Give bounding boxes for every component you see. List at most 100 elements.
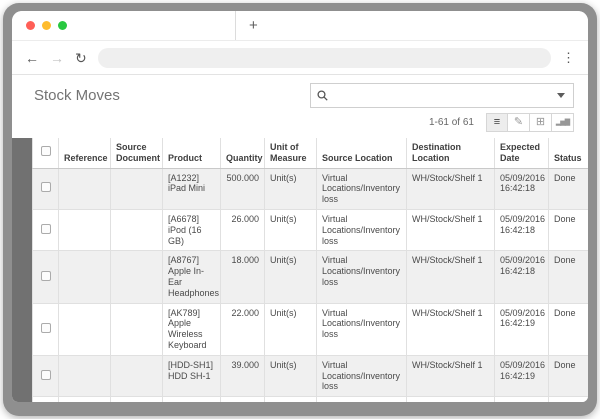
table-row[interactable]: [HDD-SH1] HDD SH-1 39.000 Unit(s) Virtua… (33, 355, 589, 396)
cell-quantity: 39.000 (221, 355, 265, 396)
header-unit-of-measure[interactable]: Unit of Measure (265, 138, 317, 168)
header-status[interactable]: Status (549, 138, 589, 168)
search-input[interactable] (334, 89, 557, 103)
odoo-page: Stock Moves 1-61 of 61 ≡ ✎ ⊞ ▂▅▇ (12, 75, 588, 402)
cell-expected-date: 05/09/201616:42:18 (495, 251, 549, 303)
row-checkbox[interactable] (41, 182, 51, 192)
cell-reference (59, 355, 111, 396)
cell-product: [A1232] iPad Mini (163, 168, 221, 209)
cell-status: Done (549, 355, 589, 396)
cell-source-location: Virtual Locations/Inventory loss (317, 209, 407, 250)
cell-uom: Unit(s) (265, 251, 317, 303)
cell-source-location: Virtual Locations/Inventory loss (317, 355, 407, 396)
header-expected-date[interactable]: Expected Date (495, 138, 549, 168)
left-gutter-strip (12, 138, 32, 402)
cell-status: Done (549, 251, 589, 303)
table-row[interactable]: [HDD-SH2] HDD SH-2 45.000 Unit(s) Virtua… (33, 397, 589, 402)
cell-quantity: 18.000 (221, 251, 265, 303)
header-destination-location[interactable]: Destination Location (407, 138, 495, 168)
cell-reference (59, 209, 111, 250)
table-row[interactable]: [A1232] iPad Mini 500.000 Unit(s) Virtua… (33, 168, 589, 209)
address-bar[interactable] (98, 48, 551, 68)
table-scroll-area: Reference Source Document Product Quanti… (32, 138, 588, 402)
cell-reference (59, 251, 111, 303)
cell-quantity: 500.000 (221, 168, 265, 209)
header-quantity[interactable]: Quantity (221, 138, 265, 168)
row-select-cell (33, 209, 59, 250)
cell-source-location: Virtual Locations/Inventory loss (317, 168, 407, 209)
table-header-row: Reference Source Document Product Quanti… (33, 138, 589, 168)
row-checkbox[interactable] (41, 271, 51, 281)
maximize-window-button[interactable] (58, 21, 67, 30)
search-icon (317, 90, 328, 101)
row-select-cell (33, 168, 59, 209)
reload-icon[interactable]: ↻ (75, 51, 87, 65)
select-all-checkbox[interactable] (41, 146, 51, 156)
cell-destination-location: WH/Stock/Shelf 1 (407, 397, 495, 402)
cell-destination-location: WH/Stock/Shelf 1 (407, 251, 495, 303)
cell-status: Done (549, 209, 589, 250)
row-select-cell (33, 251, 59, 303)
cell-reference (59, 168, 111, 209)
browser-menu-icon[interactable]: ⋮ (562, 50, 575, 66)
new-tab-button[interactable]: + (249, 18, 258, 33)
control-bar: Stock Moves (12, 75, 588, 113)
row-checkbox[interactable] (41, 323, 51, 333)
cell-uom: Unit(s) (265, 168, 317, 209)
row-select-cell (33, 397, 59, 402)
cell-reference (59, 303, 111, 355)
cell-source-location: Virtual Locations/Inventory loss (317, 303, 407, 355)
cell-expected-date: 05/09/201616:42:19 (495, 397, 549, 402)
cell-destination-location: WH/Stock/Shelf 1 (407, 355, 495, 396)
cell-status: Done (549, 303, 589, 355)
back-icon[interactable]: ← (25, 51, 39, 65)
list-view-icon[interactable]: ≡ (486, 113, 508, 132)
grid-view-icon[interactable]: ⊞ (530, 113, 552, 132)
cell-reference (59, 397, 111, 402)
cell-source-document (111, 209, 163, 250)
browser-tabstrip: + (12, 11, 588, 41)
cell-expected-date: 05/09/201616:42:19 (495, 303, 549, 355)
cell-destination-location: WH/Stock/Shelf 1 (407, 168, 495, 209)
minimize-window-button[interactable] (42, 21, 51, 30)
search-box[interactable] (310, 83, 574, 108)
cell-source-document (111, 168, 163, 209)
graph-view-icon[interactable]: ▂▅▇ (552, 113, 574, 132)
cell-product: [A6678] iPod (16 GB) (163, 209, 221, 250)
table-row[interactable]: [A8767] Apple In-Ear Headphones 18.000 U… (33, 251, 589, 303)
table-region: Reference Source Document Product Quanti… (12, 138, 588, 402)
cell-quantity: 45.000 (221, 397, 265, 402)
cell-uom: Unit(s) (265, 397, 317, 402)
select-all-cell (33, 138, 59, 168)
header-product[interactable]: Product (163, 138, 221, 168)
header-reference[interactable]: Reference (59, 138, 111, 168)
page-title: Stock Moves (34, 87, 120, 104)
form-view-icon[interactable]: ✎ (508, 113, 530, 132)
cell-expected-date: 05/09/201616:42:19 (495, 355, 549, 396)
cell-destination-location: WH/Stock/Shelf 1 (407, 303, 495, 355)
cell-source-location: Virtual Locations/Inventory loss (317, 397, 407, 402)
close-window-button[interactable] (26, 21, 35, 30)
browser-tab[interactable] (88, 11, 236, 40)
cell-expected-date: 05/09/201616:42:18 (495, 168, 549, 209)
row-checkbox[interactable] (41, 224, 51, 234)
cell-source-location: Virtual Locations/Inventory loss (317, 251, 407, 303)
forward-icon[interactable]: → (50, 51, 64, 65)
row-select-cell (33, 303, 59, 355)
cell-product: [HDD-SH1] HDD SH-1 (163, 355, 221, 396)
cell-quantity: 22.000 (221, 303, 265, 355)
table-row[interactable]: [AK789] Apple Wireless Keyboard 22.000 U… (33, 303, 589, 355)
cell-source-document (111, 397, 163, 402)
row-checkbox[interactable] (41, 370, 51, 380)
cell-status: Done (549, 168, 589, 209)
cell-expected-date: 05/09/201616:42:18 (495, 209, 549, 250)
header-source-document[interactable]: Source Document (111, 138, 163, 168)
cell-product: [A8767] Apple In-Ear Headphones (163, 251, 221, 303)
cell-product: [HDD-SH2] HDD SH-2 (163, 397, 221, 402)
cell-quantity: 26.000 (221, 209, 265, 250)
search-dropdown-caret-icon[interactable] (557, 93, 565, 98)
cell-product: [AK789] Apple Wireless Keyboard (163, 303, 221, 355)
table-row[interactable]: [A6678] iPod (16 GB) 26.000 Unit(s) Virt… (33, 209, 589, 250)
cell-destination-location: WH/Stock/Shelf 1 (407, 209, 495, 250)
header-source-location[interactable]: Source Location (317, 138, 407, 168)
